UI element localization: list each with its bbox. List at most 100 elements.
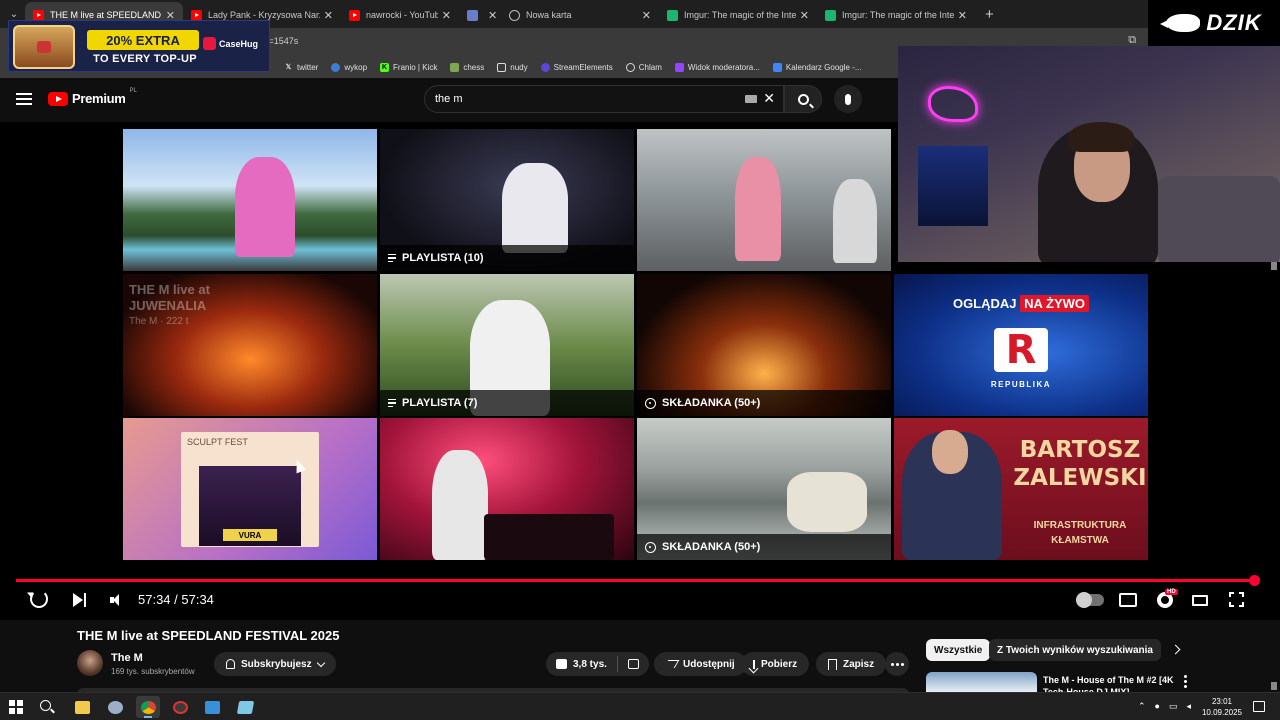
- download-icon: [753, 659, 755, 669]
- more-actions-button[interactable]: [885, 652, 909, 676]
- chevron-right-icon[interactable]: [1170, 644, 1181, 655]
- obs-icon[interactable]: [168, 696, 192, 718]
- scrollbar-arrow-down[interactable]: [1271, 682, 1277, 690]
- bookmark-chlam[interactable]: Chlam: [625, 62, 662, 72]
- playlist-icon: [388, 398, 396, 408]
- youtube-logo[interactable]: Premium PL: [48, 88, 137, 106]
- endscreen-tile-5[interactable]: PLAYLISTA (7): [380, 274, 634, 416]
- wykop-icon: [331, 62, 341, 72]
- replay-icon[interactable]: [30, 590, 48, 608]
- media-app-icon[interactable]: [200, 696, 224, 718]
- bookmark-wykop[interactable]: wykop: [331, 62, 367, 72]
- endscreen-tile-11[interactable]: BARTOSZ ZALEWSKI INFRASTRUKTURA KŁAMSTWA: [894, 418, 1148, 560]
- bookmark-kick[interactable]: K Franio | Kick: [380, 62, 437, 72]
- endscreen-tile-9[interactable]: [380, 418, 634, 560]
- bookmark-twitter[interactable]: 𝕏twitter: [284, 63, 319, 72]
- recommended-title[interactable]: The M - House of The M #2 [4K Tech-House…: [1043, 674, 1178, 692]
- close-icon[interactable]: ✕: [958, 9, 967, 22]
- republika-r-logo-icon: R: [994, 327, 1048, 373]
- tab-title: nawrocki - YouTube: [366, 10, 438, 20]
- like-icon[interactable]: [556, 659, 567, 669]
- scrubber-handle[interactable]: [1249, 575, 1260, 586]
- search-icon: [797, 93, 809, 105]
- close-icon[interactable]: ✕: [642, 9, 651, 22]
- endscreen-tile-2[interactable]: PLAYLISTA (10): [380, 129, 634, 271]
- endscreen-tile-7[interactable]: OGLĄDAJ NA ŻYWO R REPUBLIKA: [894, 274, 1148, 416]
- microphone-icon: [845, 93, 851, 105]
- windows-start-icon[interactable]: [9, 700, 23, 714]
- search-button[interactable]: [784, 85, 822, 113]
- chevron-down-icon: [316, 658, 325, 667]
- bookmark-streamelements[interactable]: StreamElements: [540, 62, 613, 72]
- menu-icon[interactable]: [16, 93, 32, 105]
- next-video-icon[interactable]: [72, 593, 86, 607]
- share-button[interactable]: Udostępnij: [654, 652, 747, 676]
- subscribed-button[interactable]: Subskrybujesz: [214, 652, 336, 676]
- save-button[interactable]: Zapisz: [816, 652, 887, 676]
- globe-icon: [509, 9, 520, 21]
- tab-4[interactable]: Nowa karta ✕: [501, 2, 659, 28]
- recommended-more-icon[interactable]: [1184, 675, 1187, 688]
- chevron-up-icon[interactable]: ⌃: [1138, 701, 1146, 712]
- clear-search-icon[interactable]: ✕: [763, 90, 775, 107]
- bookmark-nudy[interactable]: nudy: [497, 62, 528, 72]
- volume-icon[interactable]: [106, 593, 122, 607]
- streamer-webcam: [898, 46, 1280, 262]
- dislike-icon[interactable]: [627, 659, 639, 669]
- file-explorer-icon[interactable]: [70, 696, 94, 718]
- fullscreen-icon[interactable]: [1229, 592, 1244, 607]
- tab-6[interactable]: Imgur: The magic of the Internet ✕: [817, 2, 975, 28]
- notification-icon[interactable]: [1253, 701, 1265, 712]
- chip-search-results[interactable]: Z Twoich wyników wyszukiwania: [989, 639, 1161, 661]
- network-icon[interactable]: ▭: [1169, 701, 1178, 712]
- casehug-logo-icon: [203, 37, 216, 50]
- tab-5[interactable]: Imgur: The magic of the Internet ✕: [659, 2, 817, 28]
- speaker-icon[interactable]: ◂: [1187, 701, 1192, 712]
- chip-all[interactable]: Wszystkie: [926, 639, 991, 661]
- scrollbar-arrow-up[interactable]: [1271, 262, 1277, 270]
- download-button[interactable]: Pobierz: [741, 652, 810, 676]
- search-icon[interactable]: [40, 700, 51, 711]
- subtitles-icon[interactable]: [1119, 593, 1137, 607]
- tab-title: Imgur: The magic of the Internet: [842, 10, 954, 20]
- voice-search-button[interactable]: [834, 85, 862, 113]
- tile-label: SKŁADANKA (50+): [637, 390, 891, 416]
- keyboard-icon[interactable]: [745, 95, 757, 103]
- channel-avatar[interactable]: [77, 650, 103, 676]
- theater-mode-icon[interactable]: [1192, 595, 1208, 606]
- tab-2[interactable]: nawrocki - YouTube ✕: [341, 2, 459, 28]
- close-icon[interactable]: ✕: [800, 9, 809, 22]
- bookmark-twitch[interactable]: Widok moderatora...: [674, 62, 760, 72]
- x-icon: 𝕏: [285, 63, 292, 71]
- bookmark-calendar[interactable]: Kalendarz Google -...: [772, 62, 862, 72]
- tab-3[interactable]: ✕: [459, 2, 501, 28]
- endscreen-tile-6[interactable]: SKŁADANKA (50+): [637, 274, 891, 416]
- endscreen-tile-3[interactable]: [637, 129, 891, 271]
- url-text[interactable]: t=1547s: [266, 36, 298, 46]
- progress-bar[interactable]: [16, 575, 1260, 586]
- microphone-icon[interactable]: ●: [1155, 701, 1160, 712]
- close-icon[interactable]: ✕: [324, 9, 333, 22]
- like-count[interactable]: 3,8 tys.: [573, 659, 607, 670]
- notepad-icon[interactable]: [233, 696, 257, 718]
- autoplay-toggle[interactable]: [1076, 592, 1104, 608]
- channel-name[interactable]: The M: [111, 652, 143, 664]
- endscreen-tile-4[interactable]: THE M live at JUWENALIA The M · 222 t: [123, 274, 377, 416]
- close-icon[interactable]: ✕: [442, 9, 451, 22]
- youtube-play-icon: [48, 91, 68, 106]
- app-icon[interactable]: [103, 696, 127, 718]
- endscreen-tile-10[interactable]: SKŁADANKA (50+): [637, 418, 891, 560]
- media-icon: [467, 9, 478, 21]
- endscreen-tile-1[interactable]: [123, 129, 377, 271]
- youtube-icon: [33, 9, 44, 21]
- bookmark-chess[interactable]: chess: [450, 62, 484, 72]
- new-tab-icon[interactable]: +: [985, 6, 994, 23]
- tile-label: PLAYLISTA (7): [380, 390, 634, 416]
- endscreen-tile-8[interactable]: SCULPT FEST VURA: [123, 418, 377, 560]
- search-input[interactable]: the m ✕: [424, 85, 784, 113]
- streamelements-icon: [540, 62, 550, 72]
- taskbar-clock[interactable]: 23:01 10.09.2025: [1200, 696, 1244, 718]
- close-icon[interactable]: ✕: [488, 9, 497, 22]
- chrome-icon[interactable]: [136, 696, 160, 718]
- recommended-thumbnail[interactable]: [926, 672, 1037, 692]
